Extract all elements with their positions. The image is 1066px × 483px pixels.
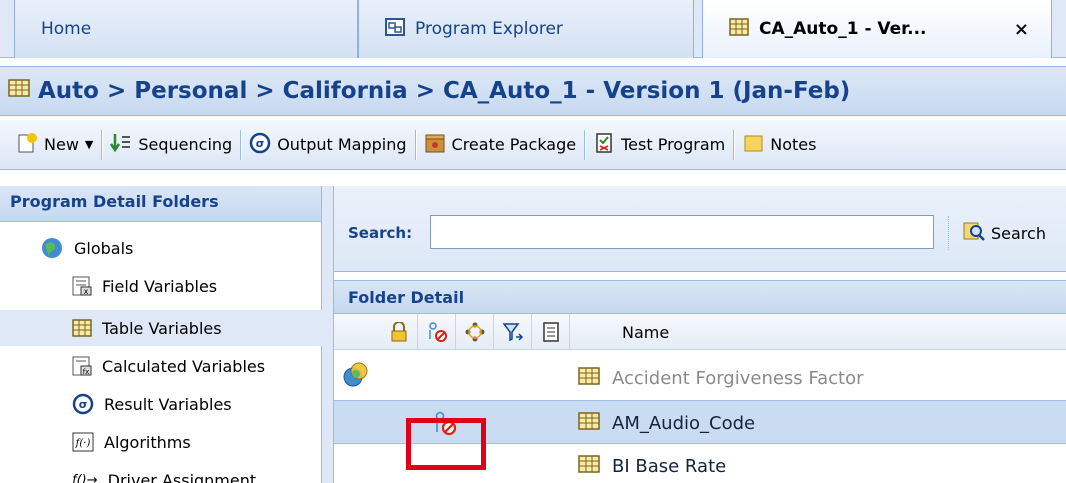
row-name: Accident Forgiveness Factor	[612, 367, 864, 389]
tree-item-label: Field Variables	[102, 276, 218, 296]
test-program-label: Test Program	[621, 135, 726, 154]
row-name-cell: Accident Forgiveness Factor	[578, 356, 864, 400]
tree-item-calculated-variables[interactable]: fx Calculated Variables	[0, 348, 322, 384]
folder-detail-title: Folder Detail	[334, 280, 1066, 314]
table-icon	[8, 78, 30, 104]
tab-bar: Home Program Explorer CA_Auto_1 - Ver...…	[0, 0, 1066, 58]
shared-icon	[342, 360, 370, 393]
row-name: AM_Audio_Code	[612, 412, 756, 434]
tree-item-label: Table Variables	[102, 318, 222, 338]
tree-item-algorithms[interactable]: f(·) Algorithms	[0, 424, 322, 460]
table-icon	[578, 454, 600, 478]
result-variables-icon: σ	[72, 393, 94, 415]
table-icon	[72, 319, 92, 337]
sequencing-button[interactable]: Sequencing	[102, 127, 240, 163]
field-variables-icon: x	[72, 276, 92, 296]
panel-title: Program Detail Folders	[0, 186, 321, 222]
new-button[interactable]: New ▼	[8, 127, 101, 163]
tree-item-globals[interactable]: Globals	[0, 230, 322, 266]
svg-text:σ: σ	[79, 398, 88, 411]
document-icon[interactable]	[532, 314, 570, 350]
program-detail-folders-panel: Program Detail Folders Globals x Field V…	[0, 186, 322, 483]
sequencing-icon	[110, 132, 132, 158]
algorithm-icon: f(·)	[72, 432, 94, 452]
tree-item-label: Algorithms	[104, 432, 191, 452]
new-button-label: New	[44, 135, 79, 154]
create-package-button[interactable]: Create Package	[416, 127, 585, 163]
folder-detail-panel: Search: Search Folder Detail Name Accide…	[334, 186, 1066, 483]
sequencing-label: Sequencing	[138, 135, 233, 154]
table-icon	[578, 366, 600, 390]
tab-ca-auto[interactable]: CA_Auto_1 - Ver... ×	[702, 0, 1052, 58]
row-name-cell: AM_Audio_Code	[578, 401, 755, 445]
tree-item-label: Driver Assignment	[107, 470, 257, 483]
panel-splitter[interactable]	[322, 186, 334, 483]
row-name: BI Base Rate	[612, 455, 727, 477]
svg-text:σ: σ	[256, 137, 265, 150]
create-package-label: Create Package	[451, 135, 577, 154]
search-button[interactable]: Search	[948, 216, 1066, 250]
search-icon	[963, 220, 985, 246]
test-program-button[interactable]: Test Program	[585, 127, 733, 163]
program-explorer-icon	[385, 17, 405, 41]
output-mapping-icon: σ	[249, 132, 271, 158]
tab-home-label: Home	[41, 19, 92, 39]
svg-text:f(·): f(·)	[75, 438, 91, 449]
tab-home[interactable]: Home	[14, 0, 358, 58]
tree-item-driver-assignment[interactable]: f()→ Driver Assignment	[0, 462, 322, 483]
lock-icon[interactable]	[380, 314, 418, 350]
highlight-annotation-box	[406, 418, 486, 470]
row-name-cell: BI Base Rate	[578, 444, 726, 483]
column-header: Name	[334, 314, 1066, 350]
svg-text:fx: fx	[83, 368, 90, 376]
tree-item-label: Globals	[74, 238, 134, 258]
globe-icon	[40, 236, 64, 260]
notes-icon	[742, 132, 764, 158]
search-input[interactable]	[430, 215, 934, 249]
user-blocked-icon[interactable]	[418, 314, 456, 350]
chevron-down-icon: ▼	[84, 138, 94, 151]
output-mapping-label: Output Mapping	[277, 135, 407, 154]
search-bar: Search: Search	[334, 186, 1066, 272]
new-document-icon	[16, 132, 38, 158]
tree-item-result-variables[interactable]: σ Result Variables	[0, 386, 322, 422]
test-program-icon	[593, 132, 615, 158]
dependency-icon[interactable]	[456, 314, 494, 350]
close-icon[interactable]: ×	[1014, 19, 1029, 40]
toolbar: New ▼ Sequencing σ Output Mapping Create…	[0, 120, 1066, 170]
tab-program-explorer-label: Program Explorer	[415, 19, 563, 39]
tree-item-label: Calculated Variables	[102, 356, 266, 376]
table-icon	[578, 411, 600, 435]
breadcrumb: Auto > Personal > California > CA_Auto_1…	[38, 78, 851, 104]
notes-label: Notes	[770, 135, 817, 154]
tab-ca-auto-label: CA_Auto_1 - Ver...	[759, 19, 927, 39]
tree-item-field-variables[interactable]: x Field Variables	[0, 268, 322, 304]
output-mapping-button[interactable]: σ Output Mapping	[241, 127, 414, 163]
package-icon	[424, 132, 446, 158]
breadcrumb-title: Auto > Personal > California > CA_Auto_1…	[0, 66, 1066, 116]
table-icon	[729, 17, 749, 41]
driver-assignment-icon: f()→	[72, 472, 98, 483]
notes-button[interactable]: Notes	[734, 127, 824, 163]
tree-item-table-variables[interactable]: Table Variables	[0, 310, 322, 346]
calculated-variables-icon: fx	[72, 356, 92, 376]
svg-text:x: x	[84, 287, 89, 296]
table-row[interactable]: Accident Forgiveness Factor	[334, 356, 1066, 400]
column-name-header[interactable]: Name	[622, 314, 669, 350]
tree-item-label: Result Variables	[104, 394, 232, 414]
filter-icon[interactable]	[494, 314, 532, 350]
search-label: Search:	[348, 224, 413, 242]
search-button-label: Search	[991, 223, 1046, 243]
tab-program-explorer[interactable]: Program Explorer	[358, 0, 694, 58]
